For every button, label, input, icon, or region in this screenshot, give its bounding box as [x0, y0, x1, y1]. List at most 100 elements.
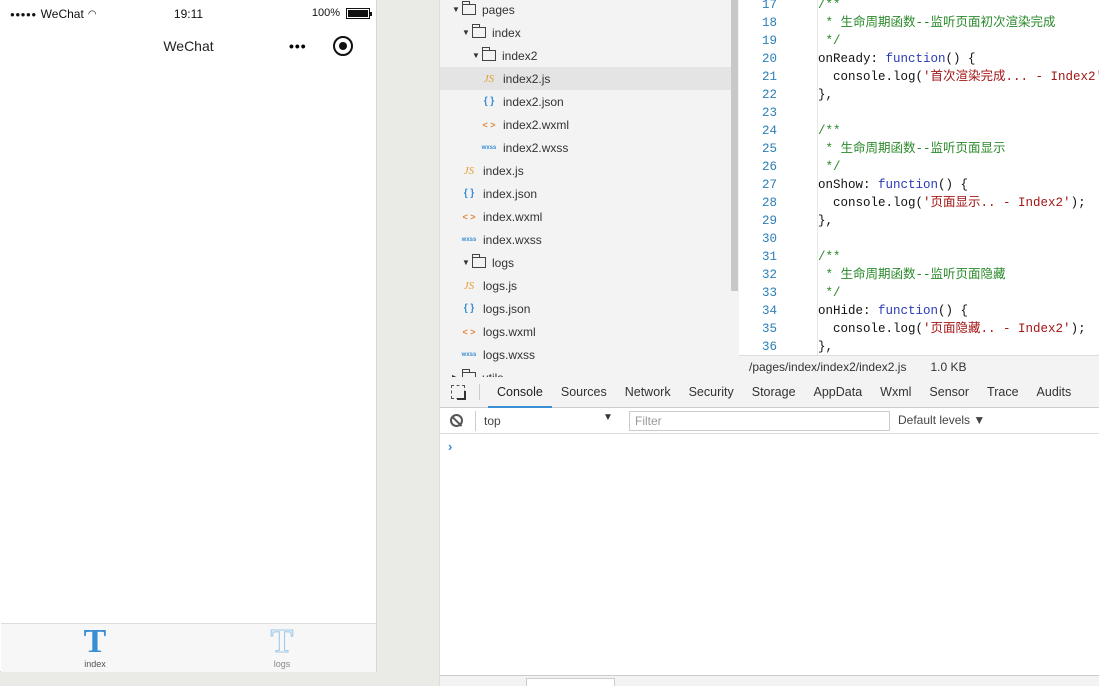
- tab-index[interactable]: T index: [55, 625, 135, 670]
- console-filter-input[interactable]: Filter: [629, 411, 890, 431]
- line-number: 17: [761, 0, 777, 12]
- code-token: console.log(: [818, 322, 924, 336]
- tree-folder[interactable]: ▼ index2: [440, 44, 732, 67]
- tree-item-label: index2: [502, 48, 538, 63]
- tree-item-label: logs.wxss: [483, 347, 536, 362]
- tree-file[interactable]: < > index2.wxml: [440, 113, 732, 136]
- code-token: '页面隐藏.. - Index2': [923, 322, 1071, 336]
- code-text: /**: [818, 122, 841, 140]
- tree-file[interactable]: JS index.js: [440, 159, 732, 182]
- code-token: console.log(: [818, 70, 924, 84]
- log-levels-dropdown[interactable]: Default levels ▼: [898, 413, 985, 427]
- tab-wxml[interactable]: Wxml: [871, 377, 920, 408]
- code-text: * 生命周期函数--监听页面隐藏: [818, 266, 1006, 284]
- file-size: 1.0 KB: [930, 359, 967, 374]
- code-text: console.log('首次渲染完成... - Index2');: [818, 68, 1099, 86]
- line-number: 36: [761, 340, 777, 354]
- json-file-icon: { }: [483, 96, 495, 107]
- tab-sources[interactable]: Sources: [552, 377, 616, 408]
- battery-icon: [346, 7, 372, 19]
- tree-file[interactable]: { } logs.json: [440, 297, 732, 320]
- chevron-down-icon[interactable]: ▼: [472, 51, 482, 60]
- code-line: 35 console.log('页面隐藏.. - Index2');: [739, 320, 1099, 338]
- tab-security[interactable]: Security: [680, 377, 743, 408]
- code-line: 33 */: [739, 284, 1099, 302]
- tab-audits[interactable]: Audits: [1028, 377, 1081, 408]
- tree-file[interactable]: wxss logs.wxss: [440, 343, 732, 366]
- file-tree-scrollbar[interactable]: [731, 0, 738, 291]
- code-token: () {: [938, 304, 969, 318]
- tree-folder[interactable]: ▼ logs: [440, 251, 732, 274]
- code-text: * 生命周期函数--监听页面显示: [818, 140, 1006, 158]
- clear-console-icon[interactable]: [450, 414, 463, 427]
- tab-appdata[interactable]: AppData: [805, 377, 872, 408]
- wxml-file-icon: < >: [462, 326, 476, 337]
- devtools-panel: Console Sources Network Security Storage AppD…: [439, 377, 1099, 686]
- chevron-down-icon[interactable]: ▼: [452, 5, 462, 14]
- code-text: onShow: function() {: [818, 176, 968, 194]
- tree-folder[interactable]: ▼ index: [440, 21, 732, 44]
- tab-logs[interactable]: T logs: [242, 624, 322, 670]
- console-toolbar: top ▼ Filter Default levels ▼: [440, 408, 1099, 434]
- context-selector[interactable]: top: [475, 411, 615, 431]
- tree-file[interactable]: < > logs.wxml: [440, 320, 732, 343]
- tab-storage[interactable]: Storage: [743, 377, 805, 408]
- folder-icon: [462, 1, 476, 15]
- code-line: 29},: [739, 212, 1099, 230]
- tree-folder[interactable]: ▼ pages: [440, 0, 732, 21]
- code-token: );: [1070, 196, 1086, 210]
- js-file-icon: JS: [463, 279, 475, 292]
- code-line: 28 console.log('页面显示.. - Index2');: [739, 194, 1099, 212]
- folder-icon: [472, 24, 486, 38]
- tree-file[interactable]: wxss index2.wxss: [440, 136, 732, 159]
- tab-sensor[interactable]: Sensor: [920, 377, 978, 408]
- tree-folder[interactable]: ▶utils: [440, 366, 732, 377]
- chevron-down-icon[interactable]: ▼: [603, 412, 613, 423]
- drawer-tab[interactable]: [526, 678, 615, 686]
- tree-item-label: logs.json: [483, 301, 531, 316]
- code-token: },: [818, 340, 834, 354]
- tree-file[interactable]: { } index2.json: [440, 90, 732, 113]
- chevron-down-icon[interactable]: ▼: [462, 258, 472, 267]
- json-file-icon: { }: [463, 303, 475, 314]
- chevron-down-icon[interactable]: ▼: [462, 28, 472, 37]
- line-number: 18: [761, 16, 777, 30]
- code-text: },: [818, 86, 833, 104]
- tab-network[interactable]: Network: [616, 377, 680, 408]
- console-prompt[interactable]: ›: [448, 439, 452, 454]
- line-number: 34: [761, 304, 777, 318]
- line-number: 31: [761, 250, 777, 264]
- tree-file[interactable]: < > index.wxml: [440, 205, 732, 228]
- tree-file[interactable]: JS logs.js: [440, 274, 732, 297]
- code-token: function: [878, 178, 939, 192]
- code-token: * 生命周期函数--监听页面初次渲染完成: [818, 16, 1056, 30]
- tree-item-label: index.wxml: [483, 209, 543, 224]
- code-line: 36},: [739, 338, 1099, 355]
- tree-file[interactable]: JS index2.js: [440, 67, 732, 90]
- code-text: onReady: function() {: [818, 50, 976, 68]
- tab-trace[interactable]: Trace: [978, 377, 1028, 408]
- more-icon[interactable]: •••: [289, 38, 307, 54]
- code-token: onReady:: [818, 52, 886, 66]
- code-line: 31 /**: [739, 248, 1099, 266]
- tree-file[interactable]: wxss index.wxss: [440, 228, 732, 251]
- tree-item-label: index2.wxss: [503, 140, 569, 155]
- code-token: () {: [945, 52, 976, 66]
- code-token: );: [1070, 322, 1086, 336]
- line-number: 19: [761, 34, 777, 48]
- code-token: },: [818, 88, 834, 102]
- code-token: /**: [818, 250, 841, 264]
- code-editor[interactable]: 17/** 18 * 生命周期函数--监听页面初次渲染完成 19 */20 onRea…: [739, 0, 1099, 355]
- tree-file[interactable]: { } index.json: [440, 182, 732, 205]
- code-token: * 生命周期函数--监听页面显示: [818, 142, 1006, 156]
- code-token: '首次渲染完成... - Index2': [923, 70, 1099, 84]
- line-number: 33: [761, 286, 777, 300]
- code-line: 17 /**: [739, 0, 1099, 14]
- devtools-tabs: Console Sources Network Security Storage AppD…: [440, 377, 1099, 408]
- code-line: 26 */: [739, 158, 1099, 176]
- tab-console[interactable]: Console: [488, 377, 552, 408]
- close-capsule-icon[interactable]: [333, 36, 353, 56]
- inspect-element-icon[interactable]: [451, 385, 466, 400]
- code-text: onHide: function() {: [818, 302, 968, 320]
- code-line: 27 onShow: function() {: [739, 176, 1099, 194]
